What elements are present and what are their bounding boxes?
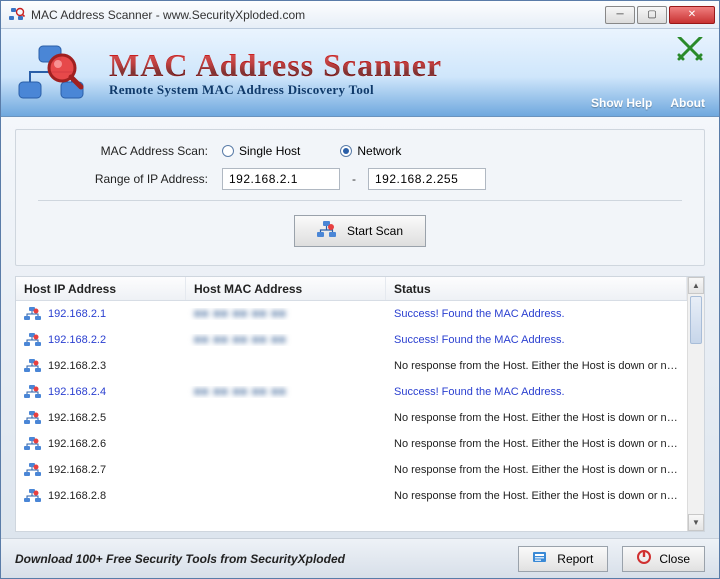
range-dash: - <box>352 172 356 186</box>
start-scan-label: Start Scan <box>347 224 403 238</box>
network-icon <box>24 385 42 399</box>
table-row[interactable]: 192.168.2.7 No response from the Host. Ei… <box>16 457 687 483</box>
scan-type-label: MAC Address Scan: <box>38 144 222 158</box>
table-row[interactable]: 192.168.2.5 No response from the Host. Ei… <box>16 405 687 431</box>
banner-titles: MAC Address Scanner Remote System MAC Ad… <box>109 47 442 98</box>
ip-from-input[interactable] <box>222 168 340 190</box>
close-label: Close <box>659 552 690 566</box>
cell-status: No response from the Host. Either the Ho… <box>386 412 687 424</box>
cell-status: No response from the Host. Either the Ho… <box>386 464 687 476</box>
col-header-ip[interactable]: Host IP Address <box>16 277 186 300</box>
content-area: MAC Address Scan: Single Host Network Ra… <box>1 117 719 538</box>
app-window: MAC Address Scanner - www.SecurityXplode… <box>0 0 720 579</box>
close-window-button[interactable]: ✕ <box>669 6 715 24</box>
cell-status: Success! Found the MAC Address. <box>386 386 687 398</box>
network-icon <box>24 489 42 503</box>
power-icon <box>637 550 651 567</box>
table-row[interactable]: 192.168.2.4 ■■ ■■ ■■ ■■ ■■Success! Found … <box>16 379 687 405</box>
network-icon <box>24 333 42 347</box>
download-link[interactable]: Download 100+ Free Security Tools from S… <box>15 552 504 566</box>
network-icon <box>24 463 42 477</box>
network-icon <box>24 307 42 321</box>
minimize-button[interactable]: ─ <box>605 6 635 24</box>
footer: Download 100+ Free Security Tools from S… <box>1 538 719 578</box>
table-row[interactable]: 192.168.2.3 No response from the Host. Ei… <box>16 353 687 379</box>
cell-status: No response from the Host. Either the Ho… <box>386 490 687 502</box>
ip-range-label: Range of IP Address: <box>38 172 222 186</box>
report-button[interactable]: Report <box>518 546 608 572</box>
results-table: Host IP Address Host MAC Address Status … <box>15 276 705 532</box>
cell-ip: 192.168.2.2 <box>48 334 106 346</box>
window-title: MAC Address Scanner - www.SecurityXplode… <box>31 8 605 22</box>
table-row[interactable]: 192.168.2.8 No response from the Host. Ei… <box>16 483 687 509</box>
col-header-status[interactable]: Status <box>386 277 687 300</box>
scroll-down-icon[interactable]: ▼ <box>688 514 704 531</box>
radio-icon <box>340 145 352 157</box>
cell-status: No response from the Host. Either the Ho… <box>386 360 687 372</box>
cell-ip: 192.168.2.4 <box>48 386 106 398</box>
scan-options-panel: MAC Address Scan: Single Host Network Ra… <box>15 129 705 266</box>
cell-ip: 192.168.2.6 <box>48 438 106 450</box>
banner: MAC Address Scanner Remote System MAC Ad… <box>1 29 719 117</box>
network-radio[interactable]: Network <box>340 144 401 158</box>
close-button[interactable]: Close <box>622 546 705 572</box>
panel-divider <box>38 200 682 201</box>
report-label: Report <box>557 552 593 566</box>
cell-mac: ■■ ■■ ■■ ■■ ■■ <box>186 386 386 398</box>
col-header-mac[interactable]: Host MAC Address <box>186 277 386 300</box>
scroll-up-icon[interactable]: ▲ <box>688 277 704 294</box>
cell-ip: 192.168.2.8 <box>48 490 106 502</box>
banner-logo-icon <box>17 44 91 102</box>
app-icon <box>9 7 25 23</box>
table-row[interactable]: 192.168.2.6 No response from the Host. Ei… <box>16 431 687 457</box>
app-title: MAC Address Scanner <box>109 47 442 84</box>
table-row[interactable]: 192.168.2.1 ■■ ■■ ■■ ■■ ■■Success! Found … <box>16 301 687 327</box>
table-header: Host IP Address Host MAC Address Status <box>16 277 687 301</box>
swords-icon <box>675 37 705 66</box>
cell-ip: 192.168.2.5 <box>48 412 106 424</box>
network-icon <box>24 437 42 451</box>
cell-mac: ■■ ■■ ■■ ■■ ■■ <box>186 334 386 346</box>
network-label: Network <box>357 144 401 158</box>
maximize-button[interactable]: ▢ <box>637 6 667 24</box>
vertical-scrollbar[interactable]: ▲ ▼ <box>687 277 704 531</box>
cell-ip: 192.168.2.7 <box>48 464 106 476</box>
scroll-thumb[interactable] <box>690 296 702 344</box>
table-row[interactable]: 192.168.2.2 ■■ ■■ ■■ ■■ ■■Success! Found … <box>16 327 687 353</box>
app-subtitle: Remote System MAC Address Discovery Tool <box>109 82 442 98</box>
single-host-label: Single Host <box>239 144 300 158</box>
ip-to-input[interactable] <box>368 168 486 190</box>
cell-status: Success! Found the MAC Address. <box>386 308 687 320</box>
cell-mac: ■■ ■■ ■■ ■■ ■■ <box>186 308 386 320</box>
network-icon <box>24 359 42 373</box>
titlebar[interactable]: MAC Address Scanner - www.SecurityXplode… <box>1 1 719 29</box>
window-controls: ─ ▢ ✕ <box>605 6 715 24</box>
banner-menu: Show Help About <box>591 96 705 110</box>
report-icon <box>533 550 549 567</box>
about-link[interactable]: About <box>670 96 705 110</box>
scan-icon <box>317 221 337 242</box>
cell-ip: 192.168.2.1 <box>48 308 106 320</box>
show-help-link[interactable]: Show Help <box>591 96 652 110</box>
cell-ip: 192.168.2.3 <box>48 360 106 372</box>
radio-icon <box>222 145 234 157</box>
start-scan-button[interactable]: Start Scan <box>294 215 426 247</box>
cell-status: Success! Found the MAC Address. <box>386 334 687 346</box>
network-icon <box>24 411 42 425</box>
cell-status: No response from the Host. Either the Ho… <box>386 438 687 450</box>
single-host-radio[interactable]: Single Host <box>222 144 300 158</box>
table-body: 192.168.2.1■■ ■■ ■■ ■■ ■■Success! Found … <box>16 301 687 509</box>
